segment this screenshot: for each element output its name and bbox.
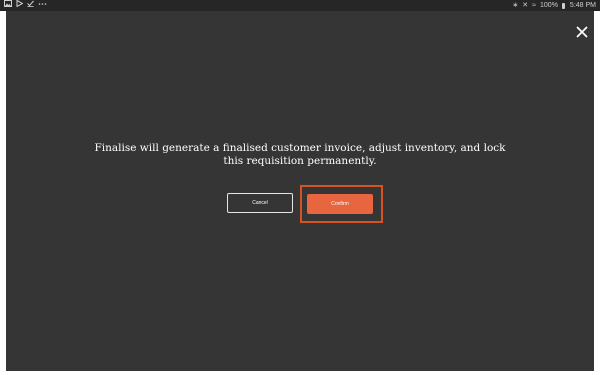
image-icon [4, 0, 12, 11]
dialog-message-line-2: this requisition permanently. [223, 155, 377, 167]
close-icon[interactable] [575, 25, 589, 39]
bluetooth-icon: ∗ [512, 2, 519, 9]
confirm-button[interactable]: Confirm [307, 194, 373, 214]
mute-icon: ✕ [522, 2, 529, 9]
cancel-button[interactable]: Cancel [227, 193, 293, 213]
checkmark-icon [27, 0, 34, 11]
confirm-dialog: Finalise will generate a finalised custo… [6, 11, 594, 371]
play-store-icon [16, 0, 24, 11]
wifi-icon: ≈ [532, 2, 537, 9]
battery-icon [561, 2, 565, 9]
battery-percent: 100% [540, 2, 558, 9]
status-time: 5:48 PM [569, 2, 596, 9]
dialog-message-line-1: Finalise will generate a finalised custo… [94, 142, 506, 154]
more-icon [38, 0, 47, 11]
status-right-info: ∗ ✕ ≈ 100% 5:48 PM [512, 0, 596, 11]
status-left-icons [4, 0, 47, 11]
dialog-message: Finalise will generate a finalised custo… [6, 142, 594, 168]
status-bar: ∗ ✕ ≈ 100% 5:48 PM [0, 0, 600, 11]
